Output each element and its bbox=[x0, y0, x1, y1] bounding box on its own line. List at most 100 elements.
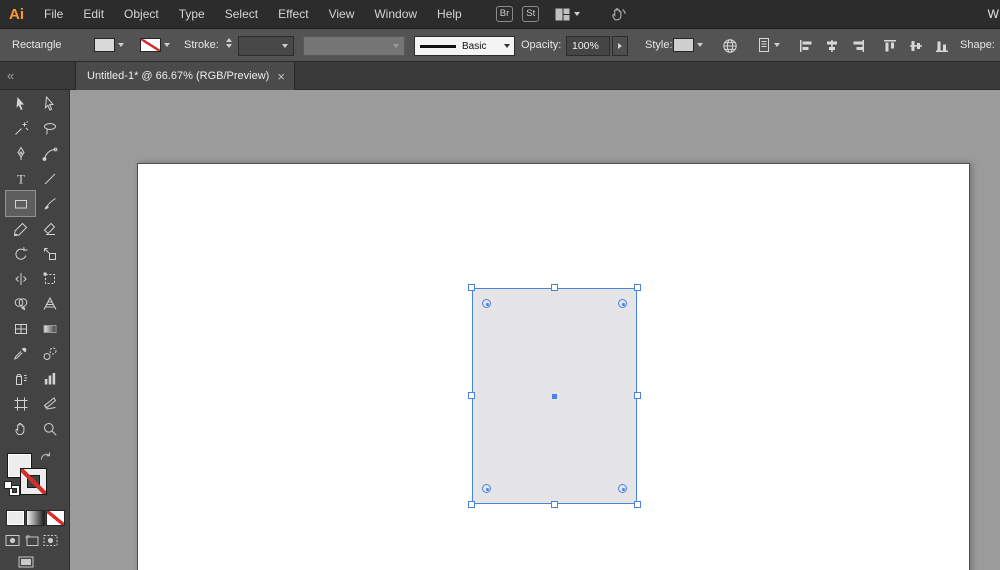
color-button[interactable] bbox=[6, 510, 25, 526]
adobe-stock-button[interactable]: St bbox=[522, 6, 540, 22]
menu-file[interactable]: File bbox=[34, 0, 73, 28]
direct-selection-tool[interactable] bbox=[35, 91, 64, 116]
rectangle-tool[interactable] bbox=[5, 190, 36, 217]
free-transform-tool[interactable] bbox=[35, 266, 64, 291]
launch-bridge-button[interactable]: Br bbox=[495, 6, 514, 22]
corner-widget-icon[interactable] bbox=[618, 299, 627, 308]
shape-label: Shape: bbox=[960, 39, 995, 51]
opacity-value: 100% bbox=[572, 40, 599, 52]
selection-handle[interactable] bbox=[550, 284, 558, 291]
workspace-switcher[interactable] bbox=[555, 8, 581, 21]
selection-handle[interactable] bbox=[634, 284, 641, 291]
selection-handle[interactable] bbox=[634, 392, 641, 399]
blend-tool[interactable] bbox=[35, 341, 64, 366]
menu-type[interactable]: Type bbox=[169, 0, 215, 28]
color-mode-buttons bbox=[6, 510, 66, 526]
share-icon[interactable] bbox=[610, 6, 627, 22]
menu-edit[interactable]: Edit bbox=[73, 0, 114, 28]
magic-wand-tool[interactable] bbox=[6, 116, 35, 141]
mesh-tool[interactable] bbox=[6, 316, 35, 341]
menu-object[interactable]: Object bbox=[114, 0, 169, 28]
perspective-grid-tool[interactable] bbox=[35, 291, 64, 316]
document-tab[interactable]: Untitled-1* @ 66.67% (RGB/Preview) × bbox=[75, 62, 295, 90]
none-button[interactable] bbox=[46, 510, 65, 526]
variable-width-profile-select[interactable] bbox=[303, 36, 405, 56]
selection-handle[interactable] bbox=[468, 501, 475, 508]
gradient-button[interactable] bbox=[26, 510, 45, 526]
drawing-mode-buttons bbox=[5, 534, 58, 547]
graphic-style-dropdown[interactable] bbox=[673, 38, 703, 52]
canvas-area[interactable] bbox=[70, 90, 1000, 570]
draw-inside-button[interactable] bbox=[43, 534, 58, 547]
menu-window[interactable]: Window bbox=[364, 0, 427, 28]
control-bar: Rectangle Stroke: Basic Opacity: 100% St… bbox=[0, 28, 1000, 62]
type-tool[interactable]: T bbox=[6, 166, 35, 191]
menu-effect[interactable]: Effect bbox=[268, 0, 318, 28]
chevron-down-icon bbox=[774, 43, 780, 47]
symbol-sprayer-tool[interactable] bbox=[6, 366, 35, 391]
corner-widget-icon[interactable] bbox=[618, 484, 627, 493]
shaper-tool[interactable] bbox=[6, 216, 35, 241]
opacity-options-button[interactable] bbox=[612, 36, 628, 56]
menu-select[interactable]: Select bbox=[215, 0, 268, 28]
curvature-tool[interactable] bbox=[35, 141, 64, 166]
close-tab-icon[interactable]: × bbox=[277, 70, 285, 83]
zoom-tool[interactable] bbox=[35, 416, 64, 441]
selection-handle[interactable] bbox=[634, 501, 641, 508]
line-segment-tool[interactable] bbox=[35, 166, 64, 191]
lasso-tool[interactable] bbox=[35, 116, 64, 141]
globe-icon[interactable] bbox=[722, 38, 738, 54]
svg-text:T: T bbox=[17, 171, 25, 186]
stroke-width-select[interactable] bbox=[238, 36, 294, 56]
align-vertical-bottom-icon[interactable] bbox=[934, 38, 950, 54]
document-setup-icon bbox=[757, 37, 771, 53]
menu-help[interactable]: Help bbox=[427, 0, 472, 28]
draw-behind-button[interactable] bbox=[24, 534, 39, 547]
style-label: Style: bbox=[645, 39, 673, 51]
selection-handle[interactable] bbox=[468, 284, 475, 291]
collapse-panel-icon[interactable]: « bbox=[7, 63, 14, 89]
illustrator-logo: Ai bbox=[9, 5, 24, 23]
align-vertical-top-icon[interactable] bbox=[882, 38, 898, 54]
selection-handle[interactable] bbox=[468, 392, 475, 399]
selected-rectangle[interactable] bbox=[468, 284, 641, 508]
shape-builder-tool[interactable] bbox=[6, 291, 35, 316]
paintbrush-tool[interactable] bbox=[35, 191, 64, 216]
screen-mode-button[interactable] bbox=[18, 556, 34, 568]
fill-color-dropdown[interactable] bbox=[94, 38, 124, 52]
gradient-tool[interactable] bbox=[35, 316, 64, 341]
stepper-down-icon[interactable] bbox=[226, 44, 232, 48]
swap-fill-stroke-icon[interactable] bbox=[39, 450, 52, 462]
brush-definition-value: Basic bbox=[462, 40, 487, 52]
corner-widget-icon[interactable] bbox=[482, 484, 491, 493]
stroke-color-dropdown[interactable] bbox=[140, 38, 170, 52]
eyedropper-tool[interactable] bbox=[6, 341, 35, 366]
align-horizontal-left-icon[interactable] bbox=[798, 38, 814, 54]
stepper-up-icon[interactable] bbox=[226, 38, 232, 42]
document-setup-dropdown[interactable] bbox=[757, 37, 780, 53]
menu-items: File Edit Object Type Select Effect View Window… bbox=[34, 0, 472, 28]
selection-handle[interactable] bbox=[550, 501, 558, 508]
width-tool[interactable] bbox=[6, 266, 35, 291]
scale-tool[interactable] bbox=[35, 241, 64, 266]
default-fill-stroke-icon[interactable] bbox=[4, 481, 19, 495]
corner-widget-icon[interactable] bbox=[482, 299, 491, 308]
align-horizontal-right-icon[interactable] bbox=[850, 38, 866, 54]
stroke-width-stepper[interactable] bbox=[226, 38, 232, 48]
chevron-right-icon bbox=[618, 43, 622, 49]
menu-view[interactable]: View bbox=[319, 0, 365, 28]
eraser-tool[interactable] bbox=[35, 216, 64, 241]
brush-definition-select[interactable]: Basic bbox=[414, 36, 515, 56]
opacity-input[interactable]: 100% bbox=[566, 36, 610, 56]
draw-normal-button[interactable] bbox=[5, 534, 20, 547]
align-vertical-center-icon[interactable] bbox=[908, 38, 924, 54]
rotate-tool[interactable] bbox=[6, 241, 35, 266]
column-graph-tool[interactable] bbox=[35, 366, 64, 391]
pen-tool[interactable] bbox=[6, 141, 35, 166]
hand-tool[interactable] bbox=[6, 416, 35, 441]
align-horizontal-center-icon[interactable] bbox=[824, 38, 840, 54]
stroke-label: Stroke: bbox=[184, 39, 219, 51]
slice-tool[interactable] bbox=[35, 391, 64, 416]
artboard-tool[interactable] bbox=[6, 391, 35, 416]
selection-tool[interactable] bbox=[6, 91, 35, 116]
